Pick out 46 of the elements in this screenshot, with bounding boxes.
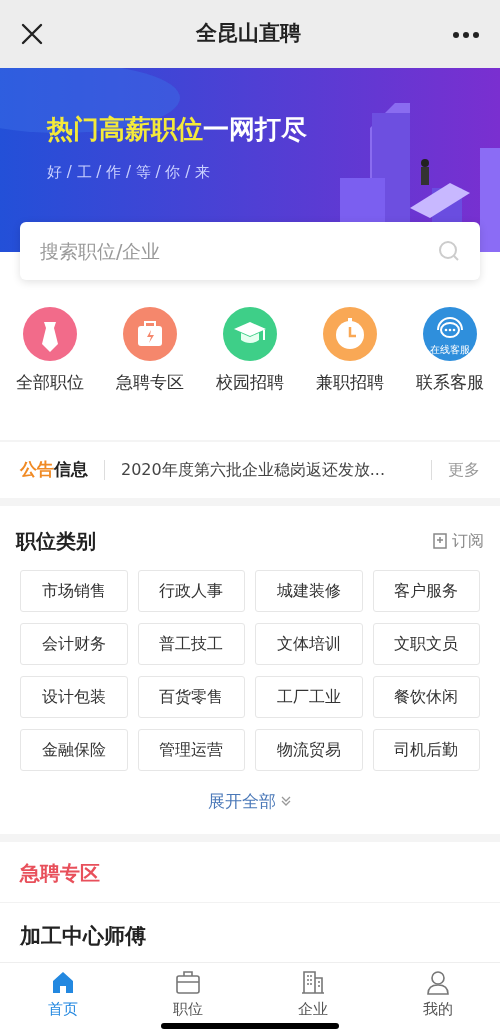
category-button[interactable]: 金融保险 xyxy=(20,728,128,771)
category-button[interactable]: 文职文员 xyxy=(372,622,480,665)
shortcut-label[interactable]: 校园招聘 xyxy=(216,370,284,396)
category-button[interactable]: 文体培训 xyxy=(255,622,363,665)
shortcut-label[interactable]: 兼职招聘 xyxy=(316,370,384,396)
job-title[interactable]: 加工中心师傅 xyxy=(20,921,480,953)
shortcut-label[interactable]: 急聘专区 xyxy=(116,370,184,396)
bag-icon[interactable] xyxy=(122,306,178,362)
category-button[interactable]: 城建装修 xyxy=(255,569,363,612)
notice-label: 公告信息 xyxy=(20,457,88,481)
category-button[interactable]: 司机后勤 xyxy=(372,728,480,771)
category-button[interactable]: 工厂工业 xyxy=(255,675,363,718)
bookmark-icon xyxy=(432,532,448,549)
banner-subtitle: 好 / 工 / 作 / 等 / 你 / 来 xyxy=(47,162,211,183)
tab[interactable]: 首页 xyxy=(22,968,103,1021)
shortcut-label[interactable]: 全部职位 xyxy=(16,370,84,396)
headset-chat-icon[interactable] xyxy=(422,306,478,362)
search-field[interactable]: 搜索职位/企业 xyxy=(20,222,480,280)
banner-title: 热门高薪职位一网打尽 xyxy=(47,113,307,146)
category-button[interactable]: 百货零售 xyxy=(137,675,245,718)
category-button[interactable]: 客户服务 xyxy=(372,569,480,612)
category-button[interactable]: 普工技工 xyxy=(137,622,245,665)
briefcase-icon xyxy=(173,968,202,996)
graduation-cap-icon[interactable] xyxy=(222,306,278,362)
category-button[interactable]: 会计财务 xyxy=(20,622,128,665)
category-button[interactable]: 物流贸易 xyxy=(255,728,363,771)
tab[interactable]: 职位 xyxy=(147,968,228,1021)
category-button[interactable]: 行政人事 xyxy=(137,569,245,612)
category-button[interactable]: 设计包装 xyxy=(20,675,128,718)
expand-button[interactable]: 展开全部 xyxy=(208,788,292,814)
tab[interactable]: 企业 xyxy=(272,968,353,1021)
category-button[interactable]: 餐饮休闲 xyxy=(372,675,480,718)
clock-icon[interactable] xyxy=(322,306,378,362)
section-title: 职位类别 xyxy=(16,527,96,555)
icon-caption: 在线客服 xyxy=(429,345,471,355)
category-button[interactable]: 市场销售 xyxy=(20,569,128,612)
chevron-down-icon xyxy=(280,795,292,808)
shortcut-label[interactable]: 联系客服 xyxy=(416,370,484,396)
tie-icon[interactable] xyxy=(22,306,78,362)
subscribe-button[interactable]: 订阅 xyxy=(432,528,484,553)
tab[interactable]: 我的 xyxy=(397,968,478,1021)
search-icon[interactable] xyxy=(438,240,460,262)
window-title: 全昆山直聘 xyxy=(195,20,301,48)
category-button[interactable]: 管理运营 xyxy=(137,728,245,771)
notice-text[interactable]: 2020年度第六批企业稳岗返还发放... xyxy=(121,457,415,482)
section-title: 急聘专区 xyxy=(20,860,101,887)
